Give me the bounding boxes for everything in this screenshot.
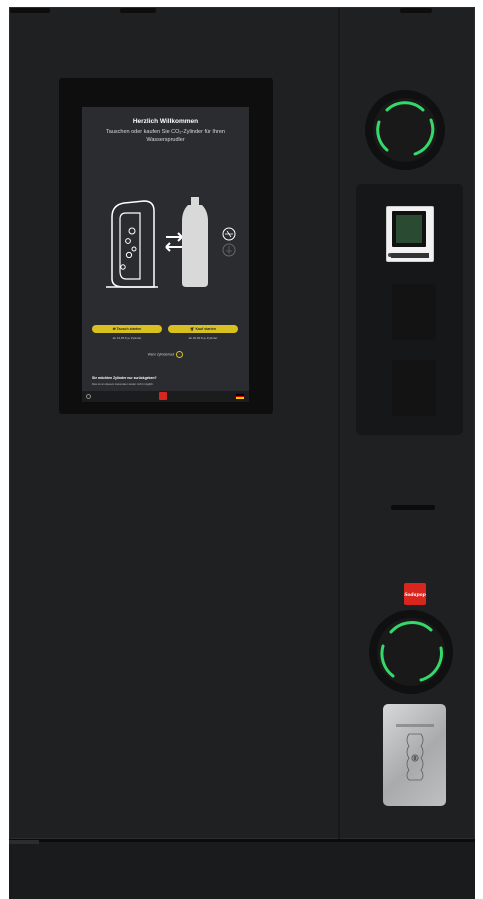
rent-info-row[interactable]: Wenn Zylinderkauf i [82, 351, 249, 358]
blank-module-2 [392, 360, 436, 416]
return-note: Das ist an diesem Automaten leider nicht… [92, 382, 154, 386]
lock-icon[interactable] [403, 732, 427, 782]
green-led-ring-icon [376, 101, 435, 156]
start-swap-button[interactable]: ⇄ Tausch starten [92, 325, 162, 333]
top-hinge-left [10, 8, 50, 13]
purchase-price: ab 26,99 € je Zylinder [188, 336, 218, 340]
start-purchase-button[interactable]: 🛒︎ Kauf starten [168, 325, 238, 333]
payment-module-panel [356, 184, 463, 435]
panel-divider [338, 8, 340, 840]
cylinder-dispense-port[interactable] [369, 610, 453, 694]
brand-logo-mini [159, 392, 167, 400]
return-question: Sie möchten Zylinder nur zurückgeben? [92, 376, 157, 380]
soda-maker-illustration [106, 197, 236, 288]
top-hinge-mid [120, 8, 156, 13]
blank-module-1 [392, 284, 436, 340]
green-led-ring-icon [380, 621, 443, 682]
swap-price: ab 13,95 € je Zylinder [112, 336, 142, 340]
screen-footer [82, 391, 249, 402]
base-edge [9, 840, 39, 844]
welcome-subtitle: Tauschen oder kaufen Sie CO₂-Zylinder fü… [106, 129, 225, 143]
service-door-lock-plate [383, 704, 446, 806]
card-terminal[interactable] [386, 206, 434, 262]
touchscreen-bezel: Herzlich Willkommen Tauschen oder kaufen… [59, 78, 273, 414]
card-slot[interactable] [391, 253, 429, 258]
terminal-screen [392, 211, 426, 247]
top-hinge-right [400, 8, 432, 13]
welcome-title: Herzlich Willkommen [132, 118, 199, 125]
info-icon[interactable]: i [176, 351, 184, 358]
cylinder-return-port[interactable] [365, 90, 445, 170]
brand-logo: Sodapop [404, 583, 426, 605]
touchscreen[interactable]: Herzlich Willkommen Tauschen oder kaufen… [82, 107, 249, 402]
language-flag-icon[interactable] [236, 394, 244, 399]
receipt-slot[interactable] [391, 505, 435, 510]
machine-base [9, 839, 475, 899]
settings-icon[interactable] [86, 394, 91, 399]
